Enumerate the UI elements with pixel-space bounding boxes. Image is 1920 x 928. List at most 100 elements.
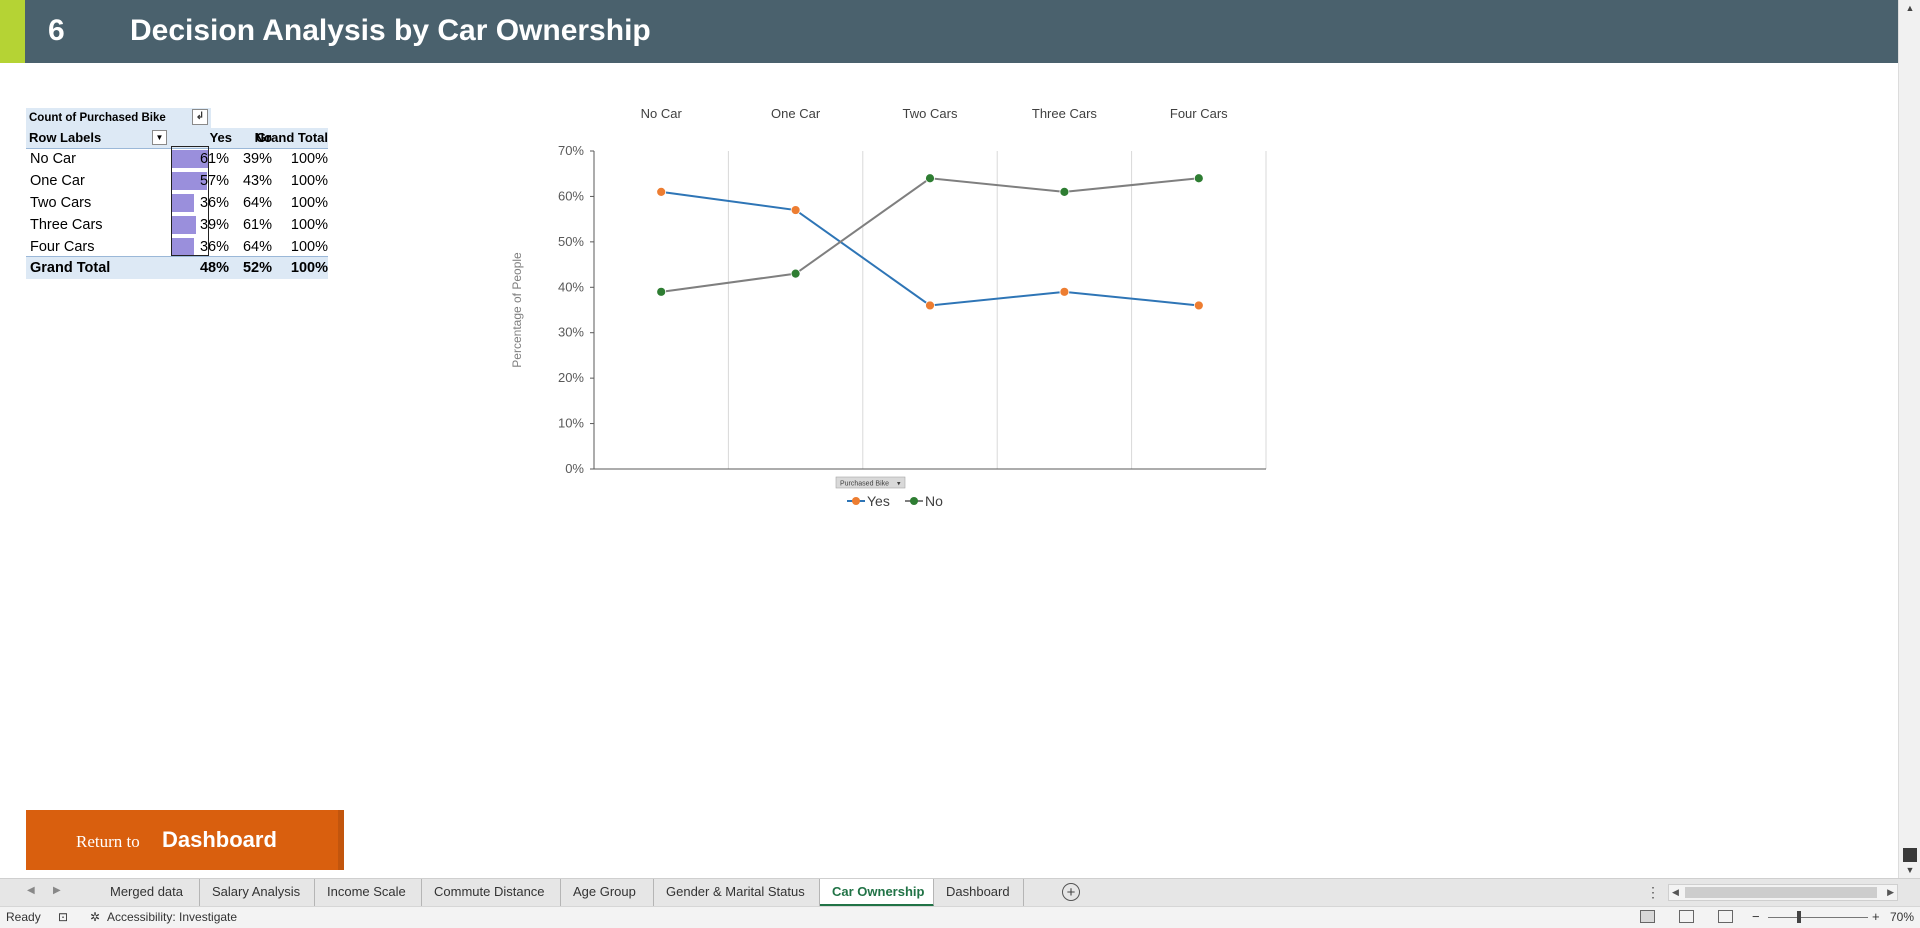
field-button-label: Purchased Bike: [840, 481, 889, 488]
page-layout-view-icon[interactable]: [1679, 910, 1694, 923]
row-labels-header[interactable]: Row Labels: [29, 128, 101, 148]
data-point-yes: [1059, 286, 1070, 297]
sheet-tab[interactable]: Salary Analysis: [200, 879, 315, 907]
total-cell: 100%: [290, 239, 328, 255]
grand-total-total: 100%: [290, 260, 328, 276]
yes-cell: 61%: [172, 148, 232, 170]
zoom-slider[interactable]: [1768, 917, 1868, 918]
total-cell: 100%: [290, 151, 328, 167]
pivot-header-row: Row Labels ▼ Yes No Grand Total: [26, 128, 328, 149]
y-tick-label: 30%: [558, 325, 584, 340]
pivot-row[interactable]: Two Cars 36% 64% 100%: [26, 192, 328, 214]
horizontal-scrollbar[interactable]: ◀ ▶: [1668, 884, 1898, 901]
zoom-level[interactable]: 70%: [1890, 907, 1914, 927]
total-cell: 100%: [290, 217, 328, 233]
y-tick-label: 0%: [565, 461, 584, 476]
row-label: Two Cars: [30, 195, 92, 211]
pivot-row[interactable]: No Car 61% 39% 100%: [26, 148, 328, 170]
prev-sheet-icon[interactable]: ◀: [27, 885, 35, 896]
accessibility-icon[interactable]: ✲: [90, 907, 100, 927]
field-dropdown-icon: ▾: [897, 481, 901, 488]
yes-cell: 36%: [172, 236, 232, 258]
y-tick-label: 70%: [558, 143, 584, 158]
return-to-dashboard-button[interactable]: Return to Dashboard: [26, 810, 344, 870]
normal-view-icon[interactable]: [1640, 910, 1655, 923]
sheet-tab[interactable]: Dashboard: [934, 879, 1024, 907]
category-label: Two Cars: [903, 106, 958, 121]
next-sheet-icon[interactable]: ▶: [53, 885, 61, 896]
data-point-yes: [925, 300, 935, 311]
total-cell: 100%: [290, 173, 328, 189]
horizontal-scroll-thumb[interactable]: [1685, 887, 1877, 898]
sheet-tab[interactable]: Commute Distance: [422, 879, 561, 907]
macro-recorder-icon[interactable]: ⊡: [58, 907, 68, 927]
vertical-scrollbar[interactable]: ▲ ▼: [1898, 0, 1920, 878]
yes-column-header[interactable]: Yes: [172, 128, 232, 148]
sheet-tab[interactable]: Age Group: [561, 879, 654, 907]
scroll-right-icon[interactable]: ▶: [1887, 885, 1894, 900]
pivot-caption-row: Count of Purchased Bike ↲: [26, 108, 211, 128]
add-sheet-icon[interactable]: +: [1062, 883, 1080, 901]
accessibility-status[interactable]: Accessibility: Investigate: [107, 907, 237, 927]
legend-label-no: No: [925, 493, 943, 509]
sheet-tab[interactable]: Income Scale: [315, 879, 422, 907]
data-point-yes: [1193, 300, 1204, 311]
data-point-no: [656, 286, 667, 297]
sheet-tab[interactable]: Car Ownership: [820, 879, 934, 907]
pivot-row[interactable]: One Car 57% 43% 100%: [26, 170, 328, 192]
ready-status: Ready: [6, 910, 41, 924]
category-label: Four Cars: [1170, 106, 1228, 121]
legend-label-yes: Yes: [867, 493, 890, 509]
category-label: One Car: [771, 106, 821, 121]
car-ownership-line-chart[interactable]: 0% 10% 20% 30% 40% 50% 60% 70% No Car One Car Two …: [500, 95, 1280, 525]
banner-accent-bar: [0, 0, 25, 63]
grand-total-label: Grand Total: [30, 260, 111, 276]
y-tick-label: 20%: [558, 370, 584, 385]
y-tick-label: 60%: [558, 188, 584, 203]
page-break-preview-icon[interactable]: [1718, 910, 1733, 923]
yes-cell: 36%: [172, 192, 232, 214]
status-bar: Ready ⊡ ✲ Accessibility: Investigate − +…: [0, 906, 1920, 928]
data-point-yes: [656, 186, 667, 197]
series-line-yes: [661, 190, 1199, 307]
pivot-caption: Count of Purchased Bike: [29, 112, 166, 124]
data-point-no: [925, 173, 935, 184]
grand-total-row[interactable]: Grand Total 48% 52% 100%: [26, 256, 328, 279]
return-button-label: Dashboard: [162, 827, 277, 852]
pivot-row[interactable]: Three Cars 39% 61% 100%: [26, 214, 328, 236]
y-tick-label: 10%: [558, 416, 584, 431]
button-shadow: [338, 810, 344, 870]
more-options-icon[interactable]: ⋮: [1646, 884, 1660, 901]
zoom-in-icon[interactable]: +: [1872, 907, 1880, 927]
section-number: 6: [48, 14, 65, 47]
y-tick-label: 40%: [558, 279, 584, 294]
row-label: Four Cars: [30, 239, 95, 255]
data-bar: [172, 238, 194, 256]
pivot-row[interactable]: Four Cars 36% 64% 100%: [26, 236, 328, 258]
data-point-no: [790, 268, 801, 279]
row-label: Three Cars: [30, 217, 103, 233]
yes-cell: 39%: [172, 214, 232, 236]
category-label: Three Cars: [1032, 106, 1098, 121]
vertical-scroll-thumb[interactable]: [1903, 848, 1917, 862]
zoom-out-icon[interactable]: −: [1752, 907, 1760, 927]
data-point-no: [1059, 186, 1070, 197]
sheet-tab[interactable]: Merged data: [98, 879, 200, 907]
row-label: No Car: [30, 151, 76, 167]
filter-dropdown-icon[interactable]: ▼: [152, 130, 167, 145]
zoom-slider-thumb[interactable]: [1797, 911, 1801, 923]
y-tick-label: 50%: [558, 234, 584, 249]
data-bar: [172, 194, 194, 212]
sheet-tab-bar: ◀ ▶ Merged data Salary Analysis Income Sca…: [0, 878, 1920, 907]
scroll-up-icon[interactable]: ▲: [1899, 0, 1920, 16]
scroll-down-icon[interactable]: ▼: [1899, 862, 1920, 878]
sheet-tab[interactable]: Gender & Marital Status: [654, 879, 820, 907]
grand-total-column-header[interactable]: Grand Total: [252, 128, 328, 148]
series-line-no: [661, 177, 1199, 293]
return-button-prefix: Return to: [76, 832, 140, 851]
scroll-left-icon[interactable]: ◀: [1672, 885, 1679, 900]
expand-field-icon[interactable]: ↲: [192, 109, 208, 125]
y-axis-title: Percentage of People: [510, 252, 524, 368]
page-title: Decision Analysis by Car Ownership: [130, 14, 651, 47]
grand-total-yes: 48%: [199, 260, 229, 276]
